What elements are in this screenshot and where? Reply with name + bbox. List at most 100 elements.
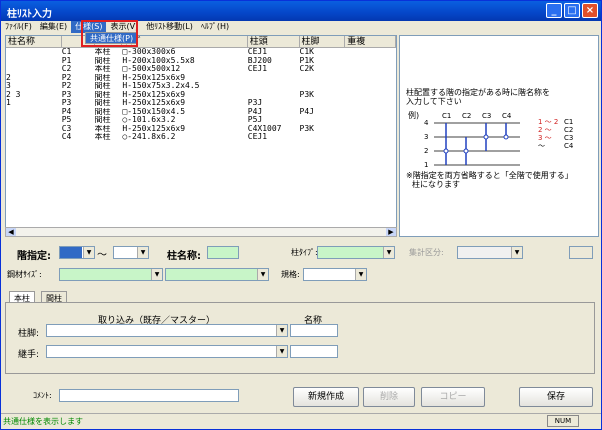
table-row[interactable]: P4 間柱 □-150x150x4.5 P4J P4J bbox=[6, 108, 396, 117]
table-cell: C1 bbox=[61, 48, 72, 56]
table-cell: 本柱 bbox=[94, 48, 111, 56]
joint-combo[interactable]: ▼ bbox=[46, 345, 288, 358]
table-cell bbox=[300, 133, 346, 142]
table-row[interactable]: C1 本柱 □-300x300x6 CEJ1 C1K bbox=[6, 48, 396, 57]
table-cell: 間柱 bbox=[94, 116, 111, 124]
table-cell: H-250x125x6x9 bbox=[122, 99, 186, 107]
menu-edit[interactable]: 編集(E) bbox=[36, 21, 71, 33]
chevron-down-icon[interactable]: ▼ bbox=[355, 269, 366, 280]
joint-name-input[interactable] bbox=[290, 345, 338, 358]
list-hscrollbar[interactable]: ◀ ▶ bbox=[5, 227, 397, 237]
chevron-down-icon[interactable]: ▼ bbox=[383, 247, 394, 258]
scroll-left-icon[interactable]: ◀ bbox=[6, 228, 16, 236]
table-cell bbox=[248, 74, 300, 83]
table-cell: 間柱 bbox=[94, 73, 111, 82]
delete-button[interactable]: 削除 bbox=[363, 387, 415, 407]
calc-category-combo[interactable]: ▼ bbox=[457, 246, 523, 259]
window-title: 柱ﾘｽﾄ入力 bbox=[7, 9, 52, 20]
table-cell: □-300x300x6 bbox=[122, 48, 176, 56]
menu-help[interactable]: ﾍﾙﾌﾟ(H) bbox=[197, 21, 233, 33]
table-cell: H-250x125x6x9 bbox=[122, 124, 186, 133]
table-row[interactable]: C4 本柱 ○-241.8x6.2 CEJ1 bbox=[6, 133, 396, 142]
table-cell: 間柱 bbox=[94, 90, 111, 99]
header-size[interactable]: ｻｲｽﾞ bbox=[122, 36, 248, 47]
header-name[interactable]: 柱名称 bbox=[6, 36, 62, 47]
floor-from-combo[interactable]: ▼ bbox=[59, 246, 95, 259]
table-cell: P3K bbox=[299, 90, 314, 99]
new-button[interactable]: 新規作成 bbox=[293, 387, 359, 407]
table-row[interactable]: 2 P2 間柱 H-250x125x6x9 bbox=[6, 74, 396, 83]
minimize-button[interactable]: _ bbox=[546, 3, 562, 18]
table-row[interactable]: C3 本柱 H-250x125x6x9 C4X1007 P3K bbox=[6, 125, 396, 134]
header-base[interactable]: 柱脚 bbox=[300, 36, 346, 47]
table-row[interactable]: 3 P2 間柱 H-150x75x3.2x4.5 bbox=[6, 82, 396, 91]
comment-input[interactable] bbox=[59, 389, 239, 402]
chevron-down-icon[interactable]: ▼ bbox=[276, 346, 287, 357]
table-cell: 本柱 bbox=[94, 133, 111, 141]
table-row[interactable]: P5 間柱 ○-101.6x3.2 P5J bbox=[6, 116, 396, 125]
column-list[interactable]: 柱名称 ｻｲｽﾞ 柱頭 柱脚 重複 C1 本柱 □-300x300x6 CEJ1 C1K… bbox=[5, 35, 397, 230]
table-cell: P3J bbox=[247, 99, 263, 107]
table-cell: P2 bbox=[61, 82, 72, 90]
table-cell bbox=[345, 91, 396, 100]
column-name-input[interactable] bbox=[207, 246, 239, 259]
table-row[interactable]: 1 P3 間柱 H-250x125x6x9 P3J bbox=[6, 99, 396, 108]
chevron-down-icon[interactable]: ▼ bbox=[257, 269, 268, 280]
table-cell: 本柱 bbox=[94, 124, 111, 133]
table-cell: BJ200 bbox=[247, 56, 272, 65]
header-dup[interactable]: 重複 bbox=[345, 36, 396, 47]
table-cell: P3K bbox=[299, 124, 314, 133]
table-row[interactable]: P1 間柱 H-200x100x5.5x8 BJ200 P1K bbox=[6, 57, 396, 66]
chevron-down-icon[interactable]: ▼ bbox=[83, 247, 94, 258]
header-top[interactable]: 柱頭 bbox=[248, 36, 300, 47]
table-cell: C2 bbox=[61, 65, 72, 73]
table-cell: P4 bbox=[61, 107, 72, 116]
menu-file[interactable]: ﾌｧｲﾙ(F) bbox=[1, 21, 36, 33]
table-cell bbox=[345, 108, 396, 117]
column-type-combo[interactable]: ▼ bbox=[317, 246, 395, 259]
table-cell: P4J bbox=[247, 107, 263, 116]
chevron-down-icon[interactable]: ▼ bbox=[511, 247, 522, 258]
diag-col-c3: C3 bbox=[482, 112, 491, 120]
table-cell bbox=[6, 108, 62, 117]
table-cell: H-150x75x3.2x4.5 bbox=[122, 82, 200, 90]
highlight-box bbox=[81, 20, 138, 47]
table-cell bbox=[345, 57, 396, 66]
menu-other-list[interactable]: 他ﾘｽﾄ移動(L) bbox=[142, 21, 197, 33]
save-button[interactable]: 保存 bbox=[519, 387, 593, 407]
table-cell: H-200x100x5.5x8 bbox=[122, 56, 195, 65]
chevron-down-icon[interactable]: ▼ bbox=[276, 325, 287, 336]
steel-size-label: 鋼材ｻｲｽﾞ: bbox=[7, 270, 42, 279]
floor-to-combo[interactable]: ▼ bbox=[113, 246, 149, 259]
table-cell bbox=[345, 74, 396, 83]
table-cell: P1K bbox=[299, 56, 314, 65]
steel-size-combo-2[interactable]: ▼ bbox=[165, 268, 269, 281]
table-cell: ○-241.8x6.2 bbox=[122, 133, 176, 141]
tilde-label: ～ bbox=[97, 250, 107, 261]
chevron-down-icon[interactable]: ▼ bbox=[137, 247, 148, 258]
table-cell bbox=[345, 125, 396, 134]
base-combo[interactable]: ▼ bbox=[46, 324, 288, 337]
comment-label: ｺﾒﾝﾄ: bbox=[33, 391, 52, 400]
base-name-input[interactable] bbox=[290, 324, 338, 337]
steel-size-combo-1[interactable]: ▼ bbox=[59, 268, 163, 281]
table-row[interactable]: 2 3 P3 間柱 H-250x125x6x9 P3K bbox=[6, 91, 396, 100]
title-bar: 柱ﾘｽﾄ入力 _ □ × bbox=[1, 1, 601, 21]
chevron-down-icon[interactable]: ▼ bbox=[151, 269, 162, 280]
copy-button[interactable]: コピー bbox=[421, 387, 485, 407]
table-cell: P3 bbox=[61, 99, 72, 107]
maximize-button[interactable]: □ bbox=[564, 3, 580, 18]
table-cell bbox=[6, 116, 62, 125]
diag-floor-2: 2 bbox=[424, 147, 428, 155]
table-row[interactable]: C2 本柱 □-500x500x12 CEJ1 C2K bbox=[6, 65, 396, 74]
spec-combo[interactable]: ▼ bbox=[303, 268, 367, 281]
table-cell bbox=[6, 125, 62, 134]
column-name-label: 柱名称: bbox=[167, 251, 201, 262]
scroll-right-icon[interactable]: ▶ bbox=[386, 228, 396, 236]
base-label: 柱脚: bbox=[18, 329, 40, 339]
table-cell bbox=[345, 65, 396, 74]
table-cell: H-250x125x6x9 bbox=[122, 90, 186, 99]
close-button[interactable]: × bbox=[582, 3, 598, 18]
table-cell bbox=[300, 116, 346, 125]
help-legend: 1 ～ 22 ～ 3 ～～ bbox=[538, 118, 559, 150]
